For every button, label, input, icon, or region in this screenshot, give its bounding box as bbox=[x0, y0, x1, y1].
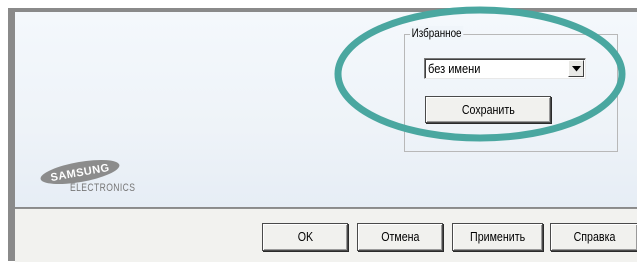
favorites-groupbox bbox=[404, 34, 618, 152]
save-button[interactable]: Сохранить bbox=[425, 96, 551, 123]
help-button-label: Справка bbox=[573, 229, 615, 244]
dropdown-arrow-button[interactable] bbox=[568, 60, 584, 77]
favorites-select-value: без имени bbox=[428, 61, 481, 76]
apply-button-label: Применить bbox=[469, 229, 526, 244]
ok-button[interactable]: OK bbox=[262, 223, 348, 251]
save-button-label: Сохранить bbox=[461, 102, 515, 117]
logo-subtext: ELECTRONICS bbox=[70, 182, 136, 194]
ok-button-label: OK bbox=[297, 229, 313, 244]
favorites-label: Избранное bbox=[410, 26, 464, 40]
apply-button[interactable]: Применить bbox=[452, 223, 543, 251]
cancel-button[interactable]: Отмена bbox=[357, 223, 443, 251]
help-button[interactable]: Справка bbox=[550, 223, 637, 251]
chevron-down-icon bbox=[572, 66, 581, 72]
favorites-select[interactable]: без имени bbox=[424, 58, 586, 79]
cancel-button-label: Отмена bbox=[380, 229, 420, 244]
